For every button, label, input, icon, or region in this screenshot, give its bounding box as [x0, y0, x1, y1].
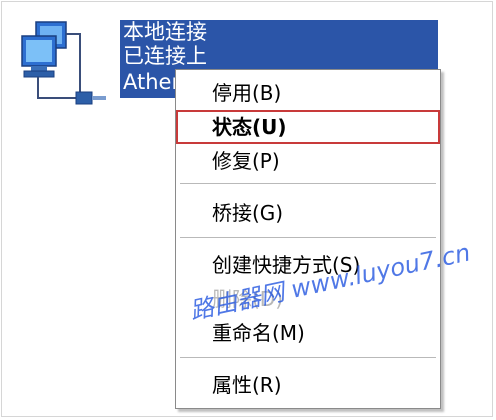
connection-adapter: Ather [123, 70, 181, 94]
menu-item-label: 修复(P) [212, 149, 280, 173]
menu-item-repair[interactable]: 修复(P) [176, 144, 440, 178]
menu-separator [180, 237, 436, 238]
menu-item-label: 属性(R) [212, 373, 282, 397]
menu-item-label: 桥接(G) [212, 201, 284, 225]
menu-item-status[interactable]: 状态(U) [176, 110, 440, 144]
context-menu: 停用(B) 状态(U) 修复(P) 桥接(G) 创建快捷方式(S) 删除(D) … [175, 69, 441, 409]
connection-name: 本地连接 [123, 20, 207, 44]
menu-item-label: 停用(B) [212, 81, 282, 105]
menu-item-label: 状态(U) [212, 115, 287, 139]
menu-item-label: 重命名(M) [212, 321, 305, 345]
menu-item-bridge[interactable]: 桥接(G) [176, 196, 440, 230]
menu-separator [180, 183, 436, 184]
menu-item-disable[interactable]: 停用(B) [176, 76, 440, 110]
connection-status: 已连接上 [123, 44, 207, 68]
menu-separator [180, 357, 436, 358]
network-connection-icon[interactable] [14, 20, 124, 112]
menu-item-properties[interactable]: 属性(R) [176, 368, 440, 402]
